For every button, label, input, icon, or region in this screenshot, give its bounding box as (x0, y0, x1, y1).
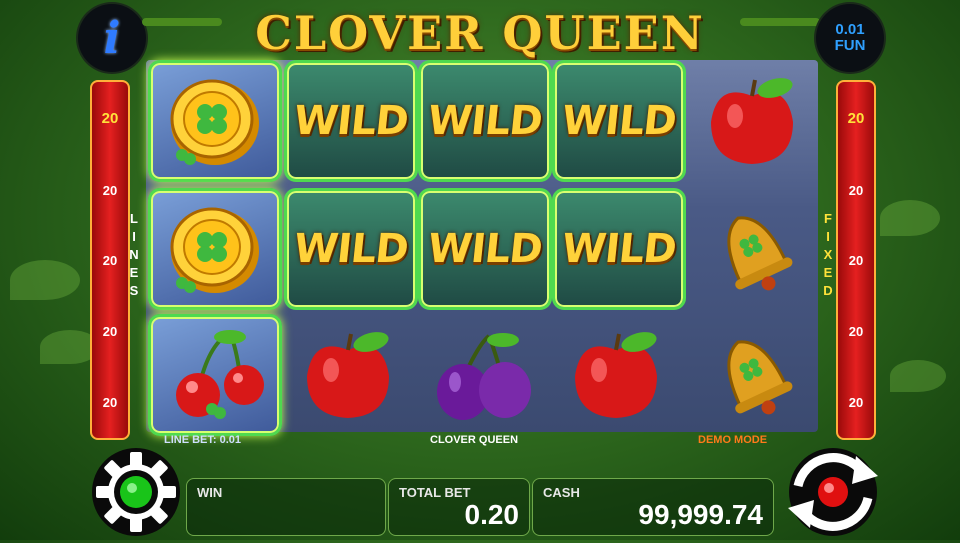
reel-2-symbol-wild: WILD (284, 188, 418, 310)
reel-4-symbol-wild: WILD (552, 60, 686, 182)
reel-4-symbol-wild: WILD (552, 188, 686, 310)
gold-coin-icon (170, 79, 259, 165)
gold-coin-icon (170, 207, 259, 293)
apple-icon (575, 332, 657, 418)
total-bet-panel[interactable]: TOTAL BET 0.20 (388, 478, 530, 536)
demo-mode-text: DEMO MODE (698, 434, 768, 446)
reel-1-symbol-coin (148, 188, 282, 310)
info-button[interactable]: i (78, 4, 146, 72)
settings-button[interactable] (90, 446, 182, 538)
background-leaf (890, 360, 946, 392)
total-bet-label: TOTAL BET (399, 485, 471, 500)
coin-value: 0.01 (835, 21, 865, 38)
spin-button[interactable] (778, 446, 888, 538)
reel-2-symbol-apple (284, 318, 412, 434)
line-number[interactable]: 20 (103, 183, 117, 198)
coin-currency: FUN (834, 37, 866, 54)
wild-label: WILD (425, 98, 545, 144)
background-leaf (10, 260, 80, 300)
bell-icon (727, 340, 793, 415)
info-icon: i (103, 12, 121, 64)
line-number[interactable]: 20 (103, 253, 117, 268)
coin-value-button[interactable]: 0.01 FUN (816, 4, 884, 72)
status-row: LINE BET: 0.01 CLOVER QUEEN DEMO MODE (146, 432, 818, 452)
cash-panel: CASH 99,999.74 (532, 478, 774, 536)
line-number[interactable]: 20 (849, 183, 863, 198)
game-title-banner: CLOVER QUEEN (150, 6, 810, 60)
line-number[interactable]: 20 (849, 395, 863, 410)
reel-5-symbol-apple (688, 64, 816, 180)
lines-label: LINES (129, 211, 139, 298)
cash-value: 99,999.74 (638, 499, 763, 530)
win-label: WIN (197, 485, 223, 500)
line-number[interactable]: 20 (848, 110, 865, 127)
wild-label: WILD (559, 226, 679, 272)
line-bet-text: LINE BET: 0.01 (164, 434, 242, 446)
reel-5-symbol-bell (688, 314, 816, 430)
line-number[interactable]: 20 (849, 253, 863, 268)
background-leaf (880, 200, 940, 236)
wild-label: WILD (291, 98, 411, 144)
wild-label: WILD (559, 98, 679, 144)
reel-2-symbol-wild: WILD (284, 60, 418, 182)
gear-icon (92, 448, 180, 536)
lines-strip-right: 20 20 20 20 20 (836, 80, 876, 440)
wild-label: WILD (291, 226, 411, 272)
game-title: CLOVER QUEEN (255, 6, 705, 60)
reel-4-symbol-apple (552, 318, 680, 434)
wild-label: WILD (425, 226, 545, 272)
reel-3-symbol-plum (418, 318, 546, 434)
line-number[interactable]: 20 (849, 324, 863, 339)
reel-1-symbol-coin (148, 60, 282, 182)
win-panel: WIN (186, 478, 386, 536)
fixed-label: FIXED (823, 211, 833, 298)
line-number[interactable]: 20 (102, 110, 119, 127)
reel-3-symbol-wild: WILD (418, 60, 552, 182)
lines-strip-left: 20 20 20 20 20 (90, 80, 130, 440)
spin-arrows-icon (788, 448, 878, 536)
game-name-text: CLOVER QUEEN (430, 434, 519, 446)
bell-icon (727, 216, 793, 291)
reel-5-symbol-bell (688, 190, 816, 306)
cash-label: CASH (543, 485, 580, 500)
apple-icon (307, 332, 389, 418)
cherries-icon (176, 330, 264, 419)
plum-icon (437, 333, 531, 420)
apple-icon (711, 78, 793, 164)
reel-3-symbol-wild: WILD (418, 188, 552, 310)
line-number[interactable]: 20 (103, 324, 117, 339)
reel-1-symbol-cherries (148, 314, 282, 436)
line-number[interactable]: 20 (103, 395, 117, 410)
total-bet-value: 0.20 (464, 499, 520, 530)
